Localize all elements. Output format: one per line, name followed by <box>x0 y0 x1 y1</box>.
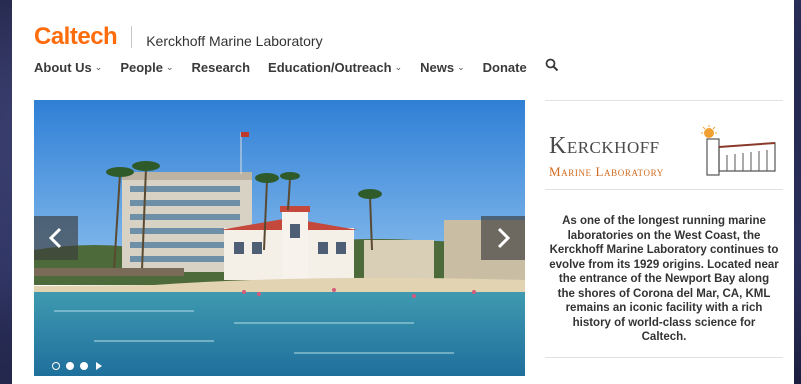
hero-image-beach-lab <box>34 100 525 376</box>
caltech-logo[interactable]: Caltech <box>34 23 118 51</box>
chevron-down-icon: ⌄ <box>94 62 103 72</box>
divider <box>545 189 783 190</box>
nav-label: Research <box>191 60 251 75</box>
nav-item-people[interactable]: People ⌄ <box>120 60 173 75</box>
site-header: Caltech Kerckhoff Marine Laboratory <box>34 22 323 52</box>
lab-name[interactable]: Kerckhoff Marine Laboratory <box>146 33 322 49</box>
nav-item-donate[interactable]: Donate <box>483 60 527 75</box>
nav-item-research[interactable]: Research <box>192 60 251 75</box>
header-divider <box>131 26 133 48</box>
kerckhoff-logo-subtitle: Marine Laboratory <box>549 164 664 179</box>
hero-carousel[interactable] <box>34 100 525 376</box>
chevron-left-icon <box>48 227 62 249</box>
nav-label: Donate <box>482 60 527 75</box>
kerckhoff-logo: Kerckhoff Marine Laboratory <box>545 101 783 189</box>
search-icon[interactable] <box>545 58 559 72</box>
nav-label: People <box>120 60 163 75</box>
carousel-dot-active[interactable] <box>66 362 74 370</box>
carousel-prev-button[interactable] <box>34 216 78 260</box>
nav-label: News <box>420 60 455 75</box>
sidebar: Kerckhoff Marine Laboratory As one of th… <box>545 100 783 358</box>
nav-label: About Us <box>34 60 92 75</box>
divider <box>545 356 783 358</box>
play-icon[interactable] <box>96 362 102 370</box>
carousel-dot[interactable] <box>80 362 88 370</box>
nav-label: Education/Outreach <box>268 60 392 75</box>
lab-building-illustration <box>701 125 776 176</box>
nav-item-about-us[interactable]: About Us ⌄ <box>34 60 102 75</box>
chevron-down-icon: ⌄ <box>165 62 174 72</box>
nav-item-education-outreach[interactable]: Education/Outreach ⌄ <box>268 60 402 75</box>
carousel-dot[interactable] <box>52 362 60 370</box>
main-nav: About Us ⌄ People ⌄ Research Education/O… <box>34 58 559 75</box>
nav-item-news[interactable]: News ⌄ <box>420 60 465 75</box>
carousel-next-button[interactable] <box>481 216 525 260</box>
kerckhoff-logo-title: Kerckhoff <box>549 133 660 159</box>
chevron-right-icon <box>497 227 511 249</box>
carousel-indicators <box>52 362 102 370</box>
page-container: Caltech Kerckhoff Marine Laboratory Abou… <box>12 0 794 384</box>
lab-description: As one of the longest running marine lab… <box>549 215 779 343</box>
chevron-down-icon: ⌄ <box>457 62 465 72</box>
chevron-down-icon: ⌄ <box>394 62 403 72</box>
